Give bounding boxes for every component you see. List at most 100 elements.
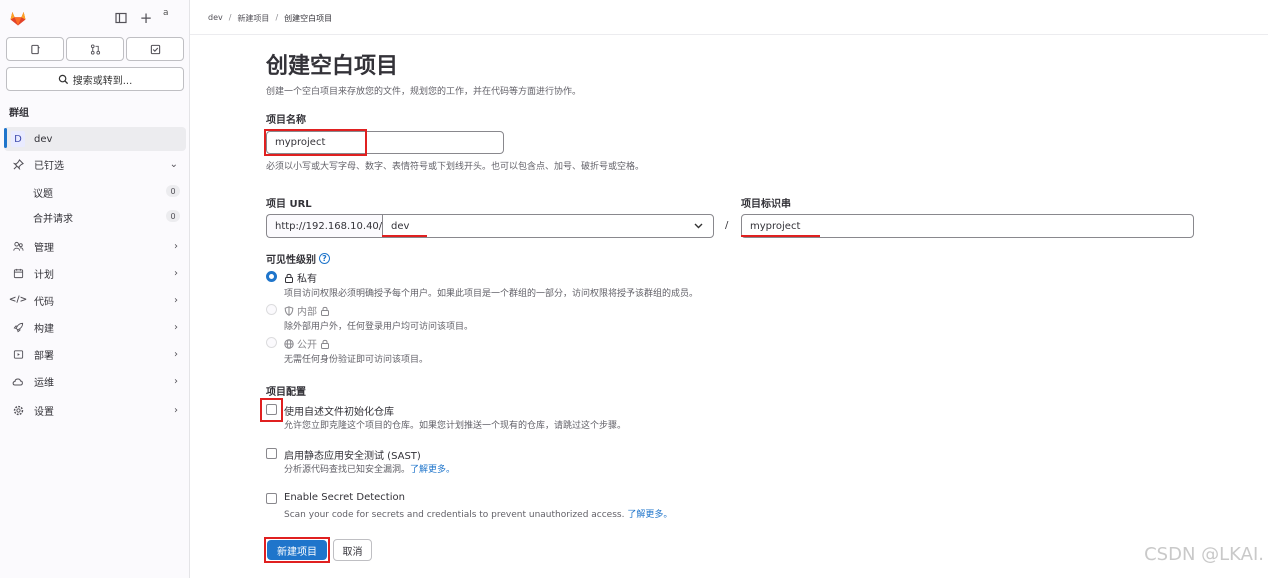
url-prefix: http://192.168.10.40/ [266, 214, 382, 238]
chevron-down-icon: ⌄ [169, 158, 178, 170]
project-slug-label: 项目标识串 [741, 199, 791, 210]
cloud-gear-icon [10, 376, 26, 387]
visibility-public-desc: 无需任何身份验证即可访问该项目。 [284, 355, 429, 365]
visibility-internal-label[interactable]: 内部 [284, 303, 330, 318]
namespace-select[interactable]: dev [382, 214, 714, 238]
sidebar-item-label: 设置 [34, 406, 54, 418]
deployments-icon [10, 349, 26, 360]
sidebar-item-settings[interactable]: 设置 › [4, 398, 186, 422]
visibility-internal-radio[interactable] [266, 304, 277, 315]
code-icon: </> [8, 295, 28, 305]
search-button[interactable]: 搜索或转到... [6, 67, 184, 91]
breadcrumb-dev[interactable]: dev [208, 13, 223, 24]
sast-desc: 分析源代码查找已知安全漏洞。了解更多。 [284, 465, 456, 475]
learn-more-link[interactable]: 了解更多。 [627, 510, 672, 520]
lock-icon [285, 273, 293, 283]
sast-label[interactable]: 启用静态应用安全测试 (SAST) [284, 447, 421, 462]
todos-button[interactable] [126, 37, 184, 61]
watermark: CSDN @LKAI. [1144, 544, 1264, 565]
rocket-icon [10, 322, 26, 333]
sidebar-item-manage[interactable]: 管理 › [4, 234, 186, 258]
chevron-right-icon: › [174, 267, 178, 279]
annotation-box [264, 537, 330, 563]
gitlab-logo-icon[interactable] [9, 9, 27, 27]
sidebar-item-label: dev [34, 133, 53, 145]
visibility-internal-desc: 除外部用户外，任何登录用户均可访问该项目。 [284, 322, 474, 332]
sidebar-item-build[interactable]: 构建 › [4, 315, 186, 339]
help-icon[interactable]: ? [319, 253, 330, 264]
visibility-private-desc: 项目访问权限必须明确授予每个用户。如果此项目是一个群组的一部分，访问权限将授予该… [284, 289, 699, 299]
avatar[interactable]: a [163, 8, 181, 26]
breadcrumb: dev / 新建项目 / 创建空白项目 [208, 13, 333, 24]
header-divider [190, 34, 1268, 35]
chevron-down-icon [694, 221, 703, 232]
secret-detection-checkbox[interactable] [266, 493, 277, 504]
pin-icon [10, 158, 26, 170]
todo-icon [150, 44, 160, 54]
sidebar-item-label: 计划 [34, 269, 54, 281]
sidebar-item-operate[interactable]: 运维 › [4, 369, 186, 393]
cancel-button[interactable]: 取消 [333, 539, 372, 561]
chevron-right-icon: › [174, 375, 178, 387]
lock-icon [321, 339, 329, 349]
chevron-right-icon: › [174, 294, 178, 306]
sidebar-item-deploy[interactable]: 部署 › [4, 342, 186, 366]
chevron-right-icon: › [174, 240, 178, 252]
sidebar-item-label: 运维 [34, 377, 54, 389]
shield-icon [284, 305, 294, 316]
sidebar-item-pinned[interactable]: 已钉选 ⌄ [4, 152, 186, 176]
init-readme-label[interactable]: 使用自述文件初始化仓库 [284, 403, 394, 418]
visibility-private-label[interactable]: 私有 [284, 270, 317, 285]
merge-request-icon [90, 43, 100, 55]
group-heading: 群组 [9, 108, 29, 119]
visibility-public-label[interactable]: 公开 [284, 336, 330, 351]
project-name-help: 必须以小写或大写字母、数字、表情符号或下划线开头。也可以包含点、加号、破折号或空… [266, 162, 645, 172]
project-name-label: 项目名称 [266, 115, 306, 126]
breadcrumb-current[interactable]: 创建空白项目 [284, 13, 332, 24]
globe-icon [284, 338, 294, 349]
merge-requests-button[interactable] [66, 37, 124, 61]
url-separator: / [725, 220, 729, 231]
sidebar-item-label: 部署 [34, 350, 54, 362]
sidebar-item-label: 代码 [34, 296, 54, 308]
visibility-private-radio[interactable] [266, 271, 277, 282]
sidebar-item-label: 构建 [34, 323, 54, 335]
create-new-icon[interactable]: + [138, 9, 154, 27]
users-icon [10, 241, 26, 252]
issues-count-badge: 0 [166, 185, 180, 197]
merge-requests-count-badge: 0 [166, 210, 180, 222]
search-label: 搜索或转到... [72, 75, 133, 87]
lock-icon [321, 306, 329, 316]
breadcrumb-new-project[interactable]: 新建项目 [237, 13, 269, 24]
project-url-label: 项目 URL [266, 199, 312, 210]
annotation-underline [382, 235, 427, 237]
chevron-right-icon: › [174, 404, 178, 416]
page-description: 创建一个空白项目来存放您的文件，规划您的工作，并在代码等方面进行协作。 [266, 87, 582, 97]
chevron-right-icon: › [174, 321, 178, 333]
page-title: 创建空白项目 [266, 54, 399, 79]
annotation-box [264, 129, 367, 156]
gear-icon [10, 405, 26, 416]
secret-detection-label[interactable]: Enable Secret Detection [284, 492, 405, 503]
learn-more-link[interactable]: 了解更多。 [410, 465, 455, 475]
calendar-icon [10, 268, 26, 279]
active-indicator [4, 128, 7, 148]
sast-checkbox[interactable] [266, 448, 277, 459]
sidebar: + a 搜索或转到... 群组 D dev 已钉选 ⌄ 议题 0 合并请求 0 … [0, 0, 190, 578]
secret-detection-desc: Scan your code for secrets and credentia… [284, 510, 673, 520]
annotation-underline [741, 235, 820, 237]
sidebar-item-code[interactable]: </> 代码 › [4, 288, 186, 312]
chevron-right-icon: › [174, 348, 178, 360]
visibility-public-radio[interactable] [266, 337, 277, 348]
project-config-label: 项目配置 [266, 387, 306, 398]
sidebar-item-dev[interactable]: D dev [4, 127, 186, 151]
sidebar-item-plan[interactable]: 计划 › [4, 261, 186, 285]
issues-button[interactable] [6, 37, 64, 61]
sidebar-item-label: 管理 [34, 242, 54, 254]
sidebar-toggle-icon[interactable] [113, 10, 129, 26]
annotation-box [260, 398, 283, 422]
issues-icon [30, 44, 40, 54]
visibility-label: 可见性级别 ? [266, 251, 330, 266]
init-readme-desc: 允许您立即克隆这个项目的仓库。如果您计划推送一个现有的仓库，请跳过这个步骤。 [284, 421, 627, 431]
sidebar-item-label: 已钉选 [34, 160, 64, 172]
